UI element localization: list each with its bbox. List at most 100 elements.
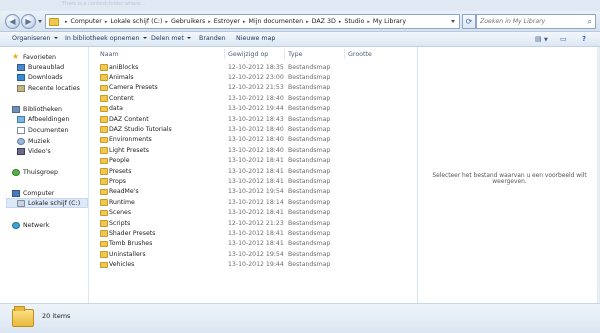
file-type: Bestandsmap <box>288 73 331 81</box>
file-name: Runtime <box>109 198 135 206</box>
table-row[interactable]: Scenes 13-10-2012 18:41 Bestandsmap <box>90 208 417 218</box>
file-type: Bestandsmap <box>288 250 331 258</box>
view-options-icon[interactable]: ▤ <box>535 35 542 43</box>
column-divider[interactable] <box>224 49 225 59</box>
table-row[interactable]: Environments 13-10-2012 18:40 Bestandsmap <box>90 135 417 145</box>
address-history-dropdown[interactable] <box>451 20 455 23</box>
organize-menu[interactable]: Organiseren <box>12 35 58 42</box>
chevron-right-icon[interactable]: ▸ <box>339 19 342 25</box>
breadcrumb-item[interactable]: Gebruikers <box>171 18 205 25</box>
file-modified: 13-10-2012 19:44 <box>228 105 284 113</box>
breadcrumb-item[interactable]: Lokale schijf (C:) <box>110 18 162 25</box>
breadcrumb[interactable]: ▸ Computer ▸ Lokale schijf (C:) ▸ Gebruikers ▸… <box>45 14 460 29</box>
file-modified: 13-10-2012 18:40 <box>228 136 284 144</box>
table-row[interactable]: People 13-10-2012 18:41 Bestandsmap <box>90 156 417 166</box>
breadcrumb-item[interactable]: Studio <box>344 18 364 25</box>
chevron-right-icon[interactable]: ▸ <box>306 19 309 25</box>
column-header-name[interactable]: Naam <box>100 51 119 58</box>
sidebar-item-videos[interactable]: Video's <box>17 146 51 156</box>
share-menu[interactable]: Delen met <box>151 35 191 42</box>
folder-icon <box>100 240 108 248</box>
sidebar-item-downloads[interactable]: Downloads <box>17 72 63 82</box>
sidebar-item-pictures[interactable]: Afbeeldingen <box>17 114 69 124</box>
file-name: Content <box>109 94 134 102</box>
breadcrumb-item[interactable]: Mijn documenten <box>249 18 304 25</box>
chevron-right-icon[interactable]: ▸ <box>243 19 246 25</box>
table-row[interactable]: Props 13-10-2012 18:41 Bestandsmap <box>90 176 417 186</box>
sidebar-item-documents[interactable]: Documenten <box>17 125 69 135</box>
include-library-menu[interactable]: In bibliotheek opnemen <box>65 35 147 42</box>
burn-button[interactable]: Branden <box>199 35 226 42</box>
file-modified: 13-10-2012 18:14 <box>228 198 284 206</box>
breadcrumb-item[interactable]: DAZ 3D <box>312 18 336 25</box>
preview-pane: Selecteer het bestand waarvan u een voor… <box>417 47 600 303</box>
address-bar: ◀ ▶ ▸ Computer ▸ Lokale schijf (C:) ▸ Gebruik… <box>0 11 600 32</box>
table-row[interactable]: data 13-10-2012 19:44 Bestandsmap <box>90 104 417 114</box>
forward-button[interactable]: ▶ <box>21 14 36 29</box>
search-icon[interactable]: ⌕ <box>588 17 592 26</box>
details-pane: 20 items <box>0 303 600 333</box>
recent-pages-dropdown[interactable] <box>38 20 42 23</box>
sidebar-homegroup[interactable]: Thuisgroep <box>12 167 58 177</box>
table-row[interactable]: Tomb Brushes 13-10-2012 18:41 Bestandsmap <box>90 239 417 249</box>
help-icon[interactable]: ? <box>582 35 586 43</box>
file-type: Bestandsmap <box>288 136 331 144</box>
chevron-right-icon[interactable]: ▸ <box>105 19 108 25</box>
file-name: Vehicles <box>109 261 135 269</box>
sidebar-item-local-disk[interactable]: Lokale schijf (C:) <box>6 198 88 208</box>
back-button[interactable]: ◀ <box>5 14 20 29</box>
sidebar-item-recent[interactable]: Recente locaties <box>17 83 80 93</box>
table-row[interactable]: Runtime 13-10-2012 18:14 Bestandsmap <box>90 197 417 207</box>
column-divider[interactable] <box>344 49 345 59</box>
column-header-size[interactable]: Grootte <box>348 51 372 58</box>
breadcrumb-item[interactable]: Estroyer <box>214 18 240 25</box>
hard-drive-icon <box>17 199 25 207</box>
file-type: Bestandsmap <box>288 84 331 92</box>
file-modified: 12-10-2012 21:53 <box>228 84 284 92</box>
sidebar-computer[interactable]: Computer <box>12 188 54 198</box>
table-row[interactable]: Vehicles 13-10-2012 19:44 Bestandsmap <box>90 260 417 270</box>
file-name: Camera Presets <box>109 84 158 92</box>
breadcrumb-item[interactable]: My Library <box>373 18 406 25</box>
column-header-modified[interactable]: Gewijzigd op <box>228 51 268 58</box>
table-row[interactable]: aniBlocks 12-10-2012 18:35 Bestandsmap <box>90 62 417 72</box>
sidebar-item-desktop[interactable]: Bureaublad <box>17 62 64 72</box>
sidebar-item-music[interactable]: Muziek <box>17 136 50 146</box>
table-row[interactable]: Camera Presets 12-10-2012 21:53 Bestandsma… <box>90 83 417 93</box>
file-name: Light Presets <box>109 146 149 154</box>
folder-icon <box>100 178 108 185</box>
sidebar-favorites[interactable]: ★ Favorieten <box>12 52 56 62</box>
sidebar-network[interactable]: Netwerk <box>12 220 49 230</box>
sidebar-libraries[interactable]: Bibliotheken <box>12 104 62 114</box>
chevron-right-icon[interactable]: ▸ <box>166 19 169 25</box>
refresh-button[interactable]: ⟳ <box>462 14 476 29</box>
table-row[interactable]: Scripts 12-10-2012 21:23 Bestandsmap <box>90 218 417 228</box>
chevron-right-icon[interactable]: ▸ <box>65 19 68 25</box>
table-row[interactable]: Shader Presets 13-10-2012 18:41 Bestandsma… <box>90 228 417 238</box>
table-row[interactable]: Uninstallers 13-10-2012 19:54 Bestandsmap <box>90 249 417 259</box>
file-type: Bestandsmap <box>288 105 331 113</box>
folder-icon <box>100 261 108 269</box>
search-box[interactable]: ⌕ <box>476 14 596 29</box>
table-row[interactable]: DAZ Studio Tutorials 13-10-2012 18:40 Best… <box>90 124 417 134</box>
chevron-right-icon[interactable]: ▸ <box>367 19 370 25</box>
table-row[interactable]: Animals 12-10-2012 23:00 Bestandsmap <box>90 72 417 82</box>
chevron-down-icon <box>186 37 191 39</box>
new-folder-button[interactable]: Nieuwe map <box>236 35 275 42</box>
preview-pane-icon[interactable]: ▭ <box>560 35 567 43</box>
pictures-icon <box>17 115 25 123</box>
table-row[interactable]: DAZ Content 13-10-2012 18:43 Bestandsmap <box>90 114 417 124</box>
file-modified: 13-10-2012 18:40 <box>228 125 284 133</box>
table-row[interactable]: Light Presets 13-10-2012 18:40 Bestandsmap <box>90 145 417 155</box>
chevron-down-icon[interactable]: ▼ <box>544 37 548 43</box>
search-input[interactable] <box>477 15 582 28</box>
column-divider[interactable] <box>284 49 285 59</box>
file-type: Bestandsmap <box>288 188 331 196</box>
column-header-type[interactable]: Type <box>288 51 302 58</box>
table-row[interactable]: Content 13-10-2012 18:40 Bestandsmap <box>90 93 417 103</box>
chevron-right-icon[interactable]: ▸ <box>208 19 211 25</box>
preview-message: Selecteer het bestand waarvan u een voor… <box>432 173 587 185</box>
table-row[interactable]: Presets 13-10-2012 18:41 Bestandsmap <box>90 166 417 176</box>
table-row[interactable]: ReadMe's 13-10-2012 19:54 Bestandsmap <box>90 187 417 197</box>
breadcrumb-item[interactable]: Computer <box>71 18 102 25</box>
